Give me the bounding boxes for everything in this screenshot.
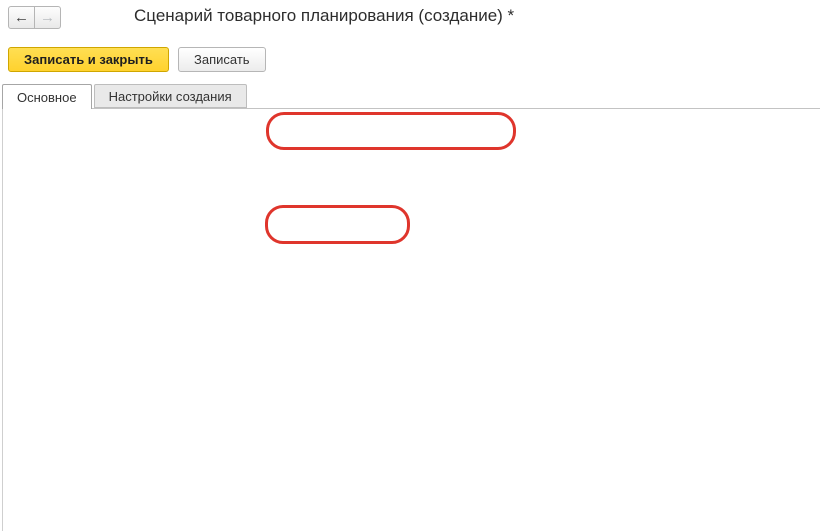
back-button[interactable]: ←: [8, 6, 35, 29]
nav-buttons: ← →: [8, 6, 61, 29]
tab-creation-settings[interactable]: Настройки создания: [94, 84, 247, 108]
back-arrow-icon: ←: [14, 9, 29, 26]
tab-main[interactable]: Основное: [2, 84, 92, 109]
save-button[interactable]: Записать: [178, 47, 266, 72]
scenario-form-window: ← → Сценарий товарного планирования (соз…: [0, 0, 820, 531]
forward-button[interactable]: →: [34, 6, 61, 29]
save-and-close-button[interactable]: Записать и закрыть: [8, 47, 169, 72]
form-panel: [2, 108, 820, 531]
tab-bar: Основное Настройки создания: [2, 84, 249, 109]
forward-arrow-icon: →: [40, 9, 55, 26]
page-title: Сценарий товарного планирования (создани…: [134, 6, 514, 26]
